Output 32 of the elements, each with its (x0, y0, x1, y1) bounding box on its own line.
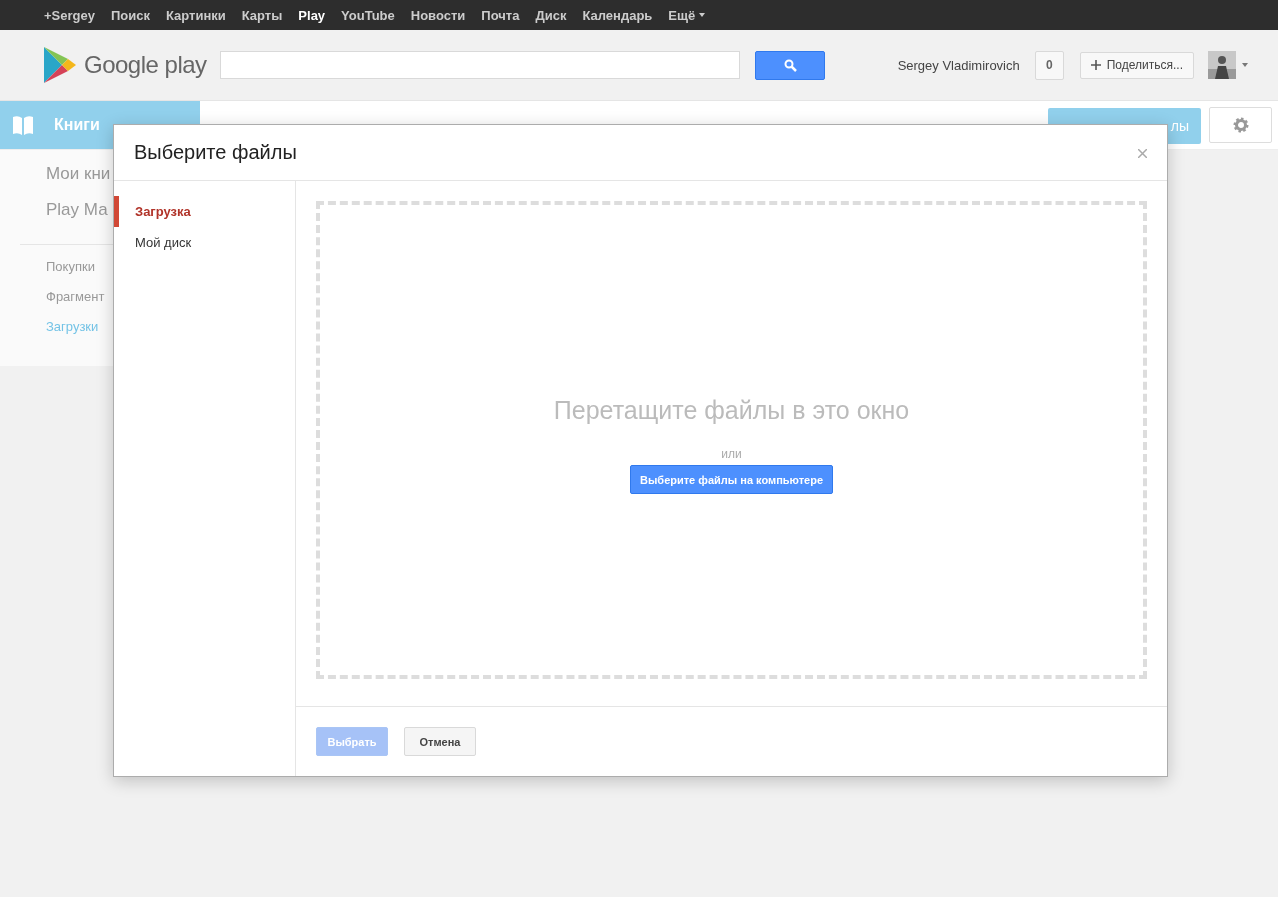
nav-link[interactable]: YouTube (333, 7, 403, 23)
user-name[interactable]: Sergey Vladimirovich (897, 57, 1020, 73)
book-icon (12, 114, 34, 136)
or-text: или (721, 447, 742, 461)
plus-icon (1090, 60, 1101, 70)
nav-link[interactable]: +Sergey (36, 7, 103, 23)
search-field[interactable] (220, 51, 740, 79)
caret-icon (699, 13, 706, 17)
search-button[interactable] (755, 50, 825, 80)
logo-text: Google play (84, 51, 207, 79)
search-icon (783, 58, 797, 72)
drop-text: Перетащите файлы в это окно (553, 396, 910, 425)
dialog-tab[interactable]: Загрузка (114, 196, 295, 227)
nav-link[interactable]: Новости (402, 7, 474, 23)
nav-link[interactable]: Карты (233, 7, 291, 23)
nav-link[interactable]: Календарь (574, 7, 661, 23)
nav-link[interactable]: Play (290, 7, 334, 23)
close-icon (1138, 148, 1147, 158)
cancel-button[interactable]: Отмена (404, 727, 476, 756)
nav-link[interactable]: Диск (527, 7, 575, 23)
nav-link[interactable]: Картинки (157, 7, 234, 23)
settings-button[interactable] (1209, 107, 1272, 143)
notification-count[interactable]: 0 (1034, 50, 1064, 80)
settings-icon (1231, 116, 1250, 134)
nav-link[interactable]: Поиск (102, 7, 158, 23)
share-button[interactable]: Поделиться... (1079, 51, 1194, 79)
section-title: Книги (54, 116, 100, 134)
caret-icon[interactable] (1242, 63, 1248, 67)
play-logo-icon (42, 46, 78, 84)
nav-link[interactable]: Почта (473, 7, 528, 23)
dialog-tab[interactable]: Мой диск (114, 227, 295, 258)
more-menu[interactable]: Ещё (660, 7, 714, 23)
